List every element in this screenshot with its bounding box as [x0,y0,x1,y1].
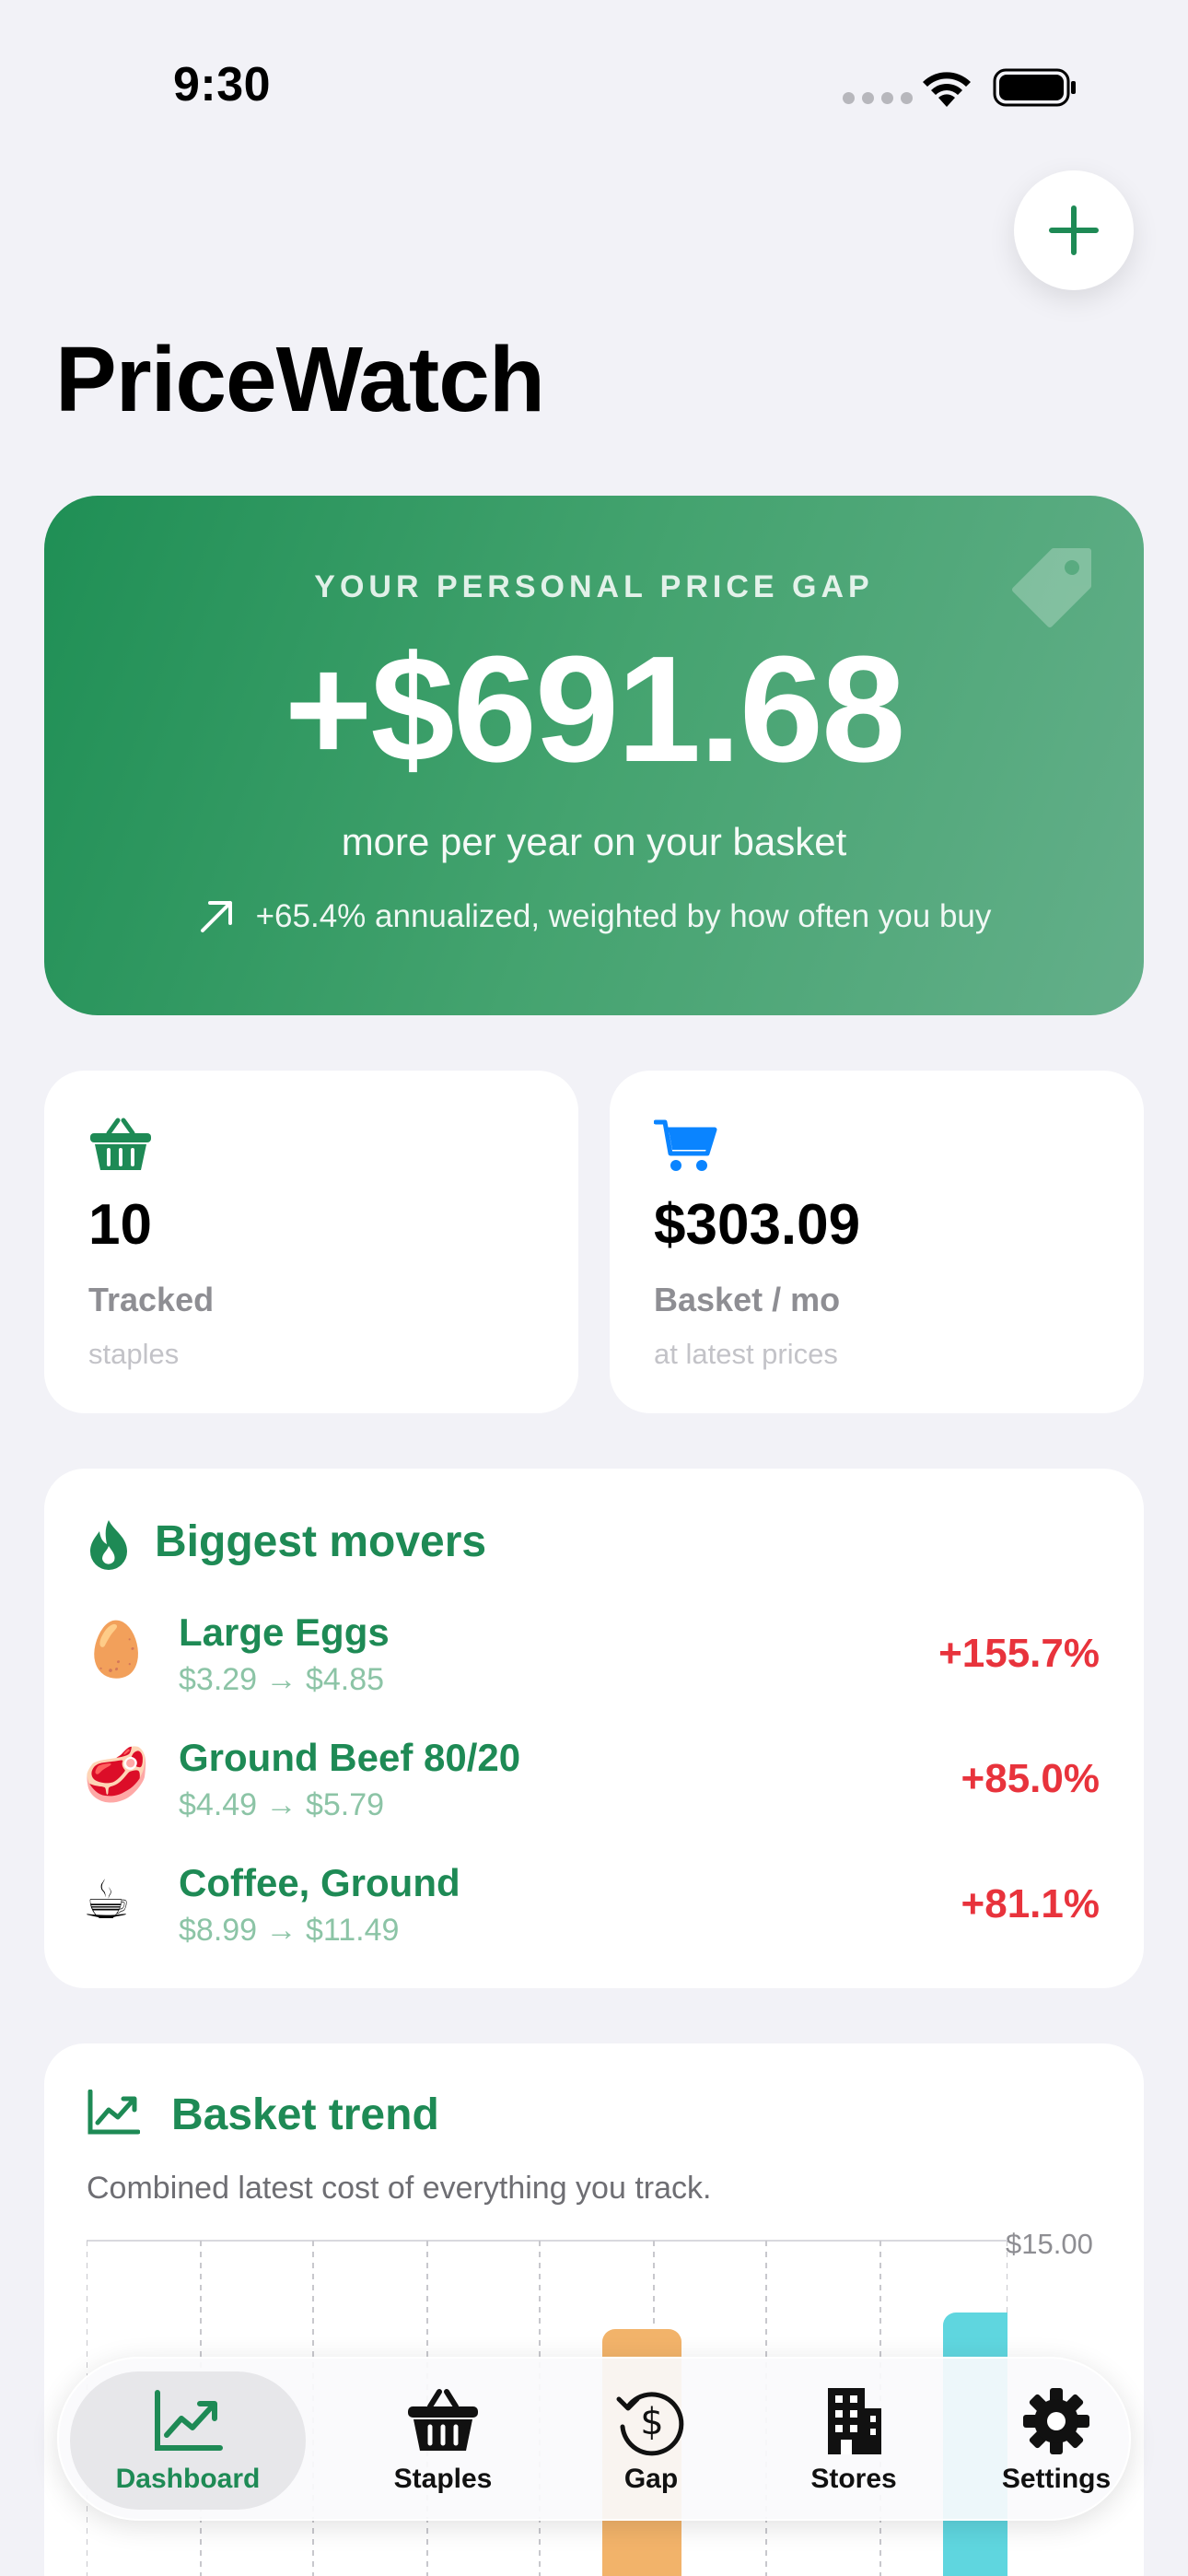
tracked-sub: staples [88,1338,180,1370]
mover-percent: +81.1% [961,1881,1100,1926]
tab-bar: Dashboard Staples $ Gap Stores Settings [57,2357,1131,2521]
plus-icon [1049,205,1099,255]
add-button[interactable] [1014,170,1134,290]
mover-name: Ground Beef 80/20 [179,1736,521,1779]
tab-label: Stores [810,2464,897,2494]
tracked-stat-card[interactable]: 10 Tracked staples [44,1071,578,1413]
building-icon [828,2388,881,2454]
flame-icon [90,1520,127,1570]
tab-staples[interactable]: Staples [337,2359,549,2523]
cart-icon [654,1119,717,1171]
mover-prices: $3.29 → $4.85 [179,1662,385,1697]
item-emoji: ☕ [83,1870,131,1930]
arrow-up-right-icon [200,901,232,932]
trend-description: Combined latest cost of everything you t… [87,2171,712,2206]
dollar-history-icon: $ [616,2392,684,2456]
gap-amount: +$691.68 [284,625,906,793]
item-emoji: 🥩 [83,1745,150,1805]
mover-row[interactable]: 🥚 Large Eggs $3.29 → $4.85 +155.7% [44,1607,1144,1708]
basket-icon [408,2389,478,2451]
basket-sub: at latest prices [654,1338,838,1370]
basket-value: $303.09 [654,1193,861,1257]
mover-percent: +155.7% [938,1631,1100,1676]
gap-label: YOUR PERSONAL PRICE GAP [314,569,874,604]
trend-title: Basket trend [171,2090,439,2139]
tracked-value: 10 [88,1193,152,1257]
biggest-movers-card: Biggest movers 🥚 Large Eggs $3.29 → $4.8… [44,1469,1144,1988]
mover-name: Coffee, Ground [179,1861,460,1904]
tab-label: Dashboard [115,2464,261,2494]
mover-name: Large Eggs [179,1610,390,1654]
basket-icon [90,1118,151,1170]
gear-icon [1023,2388,1089,2454]
tab-dashboard[interactable]: Dashboard [70,2371,306,2510]
mover-row[interactable]: 🥩 Ground Beef 80/20 $4.49 → $5.79 +85.0% [44,1732,1144,1833]
gap-subtitle: more per year on your basket [341,820,847,863]
tab-label: Staples [393,2464,493,2494]
wifi-icon [923,72,971,107]
tab-label: Gap [623,2464,679,2494]
y-axis-top-label: $15.00 [1006,2228,1093,2260]
svg-text:$: $ [640,2401,663,2443]
mover-percent: +85.0% [961,1756,1100,1801]
gap-note-text: +65.4% annualized, weighted by how often… [255,898,992,934]
mover-prices: $8.99 → $11.49 [179,1913,400,1948]
battery-icon [993,68,1076,107]
mover-prices: $4.49 → $5.79 [179,1787,385,1822]
basket-stat-card[interactable]: $303.09 Basket / mo at latest prices [610,1071,1144,1413]
basket-label: Basket / mo [654,1281,841,1318]
gap-note: +65.4% annualized, weighted by how often… [44,897,1144,936]
price-gap-card[interactable]: YOUR PERSONAL PRICE GAP +$691.68 more pe… [44,496,1144,1015]
chart-line-icon [87,2090,140,2135]
page-title: PriceWatch [55,328,545,431]
tab-gap[interactable]: $ Gap [545,2359,757,2523]
item-emoji: 🥚 [83,1620,150,1680]
movers-title: Biggest movers [155,1517,487,1566]
status-bar: 9:30 [0,0,1188,175]
cellular-icon [843,92,913,104]
tab-label: Settings [1001,2464,1112,2494]
status-time: 9:30 [173,58,272,111]
chart-line-icon [155,2390,223,2451]
mover-row[interactable]: ☕ Coffee, Ground $8.99 → $11.49 +81.1% [44,1857,1144,1959]
tracked-label: Tracked [88,1281,215,1318]
tab-settings[interactable]: Settings [950,2359,1162,2523]
tab-stores[interactable]: Stores [748,2359,960,2523]
